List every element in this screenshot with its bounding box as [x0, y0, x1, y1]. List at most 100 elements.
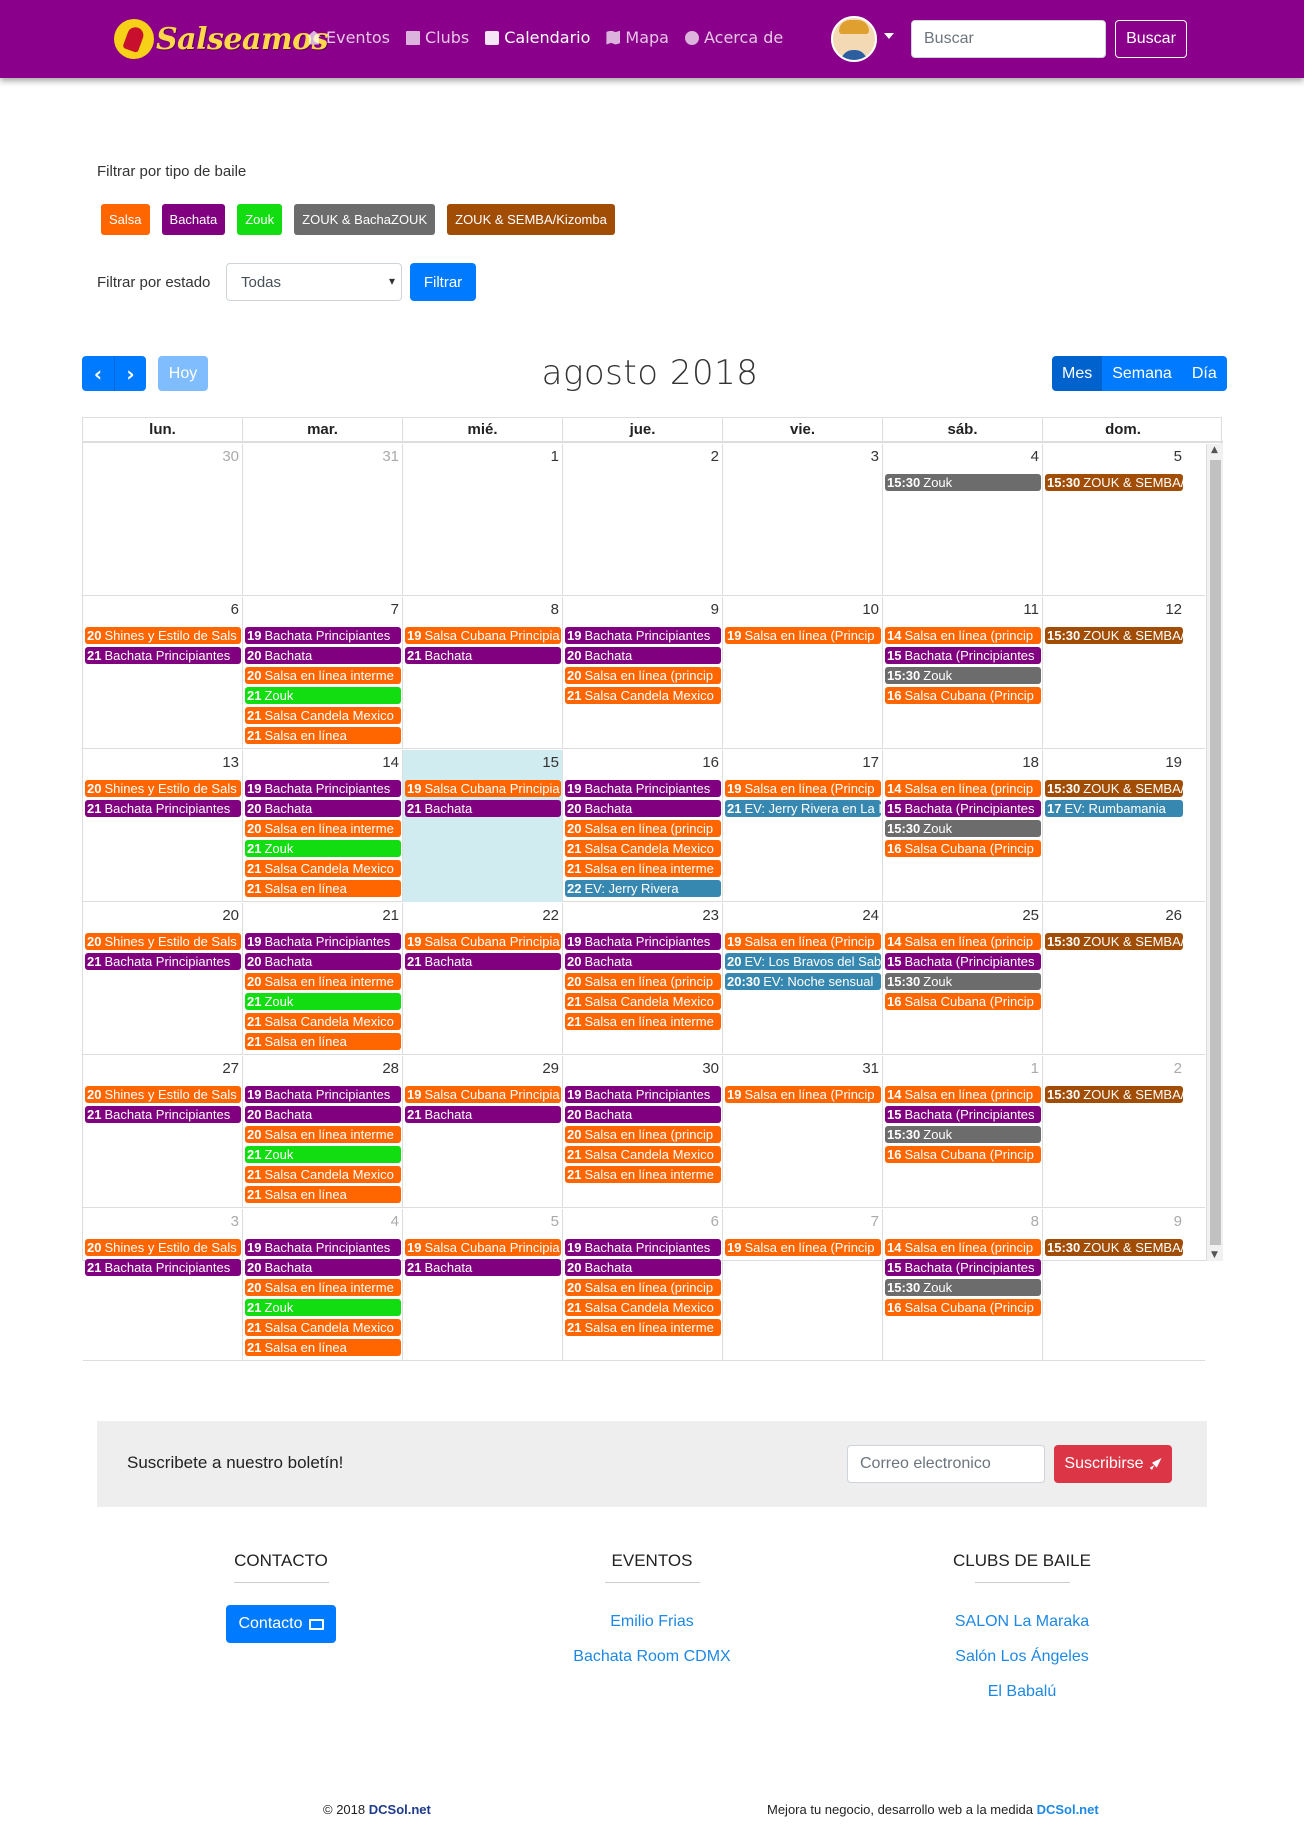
calendar-event[interactable]: 20 Shines y Estilo de Sals: [85, 627, 241, 644]
tag-salsa[interactable]: Salsa: [101, 204, 150, 235]
calendar-event[interactable]: 20 Salsa en línea interme: [245, 667, 401, 684]
calendar-day[interactable]: 19 15:30ZOUK & SEMBA/Ki 17EV: Rumbamania: [1043, 750, 1185, 902]
calendar-event[interactable]: 21 Salsa Candela Mexico: [565, 687, 721, 704]
day-number[interactable]: 31: [862, 1060, 879, 1077]
calendar-event[interactable]: 14 Salsa en línea (princip: [885, 1086, 1041, 1103]
day-number[interactable]: 21: [382, 907, 399, 924]
copyright-brand-link[interactable]: DCSol.net: [369, 1802, 431, 1817]
nav-link-acerca[interactable]: Acerca de: [684, 28, 783, 47]
calendar-day[interactable]: 9 15:30ZOUK & SEMBA/Ki: [1043, 1209, 1185, 1361]
day-number[interactable]: 28: [382, 1060, 399, 1077]
calendar-event[interactable]: 20 Salsa en línea (princip: [565, 973, 721, 990]
newsletter-email-input[interactable]: Correo electronico: [847, 1445, 1045, 1483]
footer-club-link[interactable]: El Babalú: [907, 1683, 1137, 1701]
calendar-event[interactable]: 14 Salsa en línea (princip: [885, 1239, 1041, 1256]
calendar-event[interactable]: 21 Salsa Candela Mexico: [565, 840, 721, 857]
calendar-event[interactable]: 21 EV: Jerry Rivera en La I: [725, 800, 881, 817]
calendar-event[interactable]: 21 Bachata Principiantes: [85, 1106, 241, 1123]
day-number[interactable]: 8: [1031, 1213, 1039, 1230]
calendar-event[interactable]: 20 Bachata: [565, 800, 721, 817]
calendar-event[interactable]: 15:30ZOUK & SEMBA/Ki: [1045, 933, 1183, 950]
calendar-event[interactable]: 20 Shines y Estilo de Sals: [85, 933, 241, 950]
calendar-event[interactable]: 21 Salsa Candela Mexico: [245, 1013, 401, 1030]
day-number[interactable]: 14: [382, 754, 399, 771]
calendar-event[interactable]: 19 Salsa en línea (Princip: [725, 627, 881, 644]
calendar-event[interactable]: 21 Salsa Candela Mexico: [245, 1166, 401, 1183]
calendar-event[interactable]: 20 Bachata: [565, 953, 721, 970]
calendar-day[interactable]: 29 19 Salsa Cubana Principia 21 Bachata: [403, 1056, 563, 1208]
calendar-day[interactable]: 1: [403, 444, 563, 596]
calendar-event[interactable]: 21 Salsa en línea: [245, 727, 401, 744]
calendar-event[interactable]: 17 EV: Rumbamania: [1045, 800, 1183, 817]
calendar-event[interactable]: 20 Shines y Estilo de Sals: [85, 1086, 241, 1103]
calendar-event[interactable]: 20 Salsa en línea interme: [245, 1279, 401, 1296]
day-number[interactable]: 30: [222, 448, 239, 465]
day-number[interactable]: 5: [1174, 448, 1182, 465]
calendar-event[interactable]: 20 Shines y Estilo de Sals: [85, 1239, 241, 1256]
scrollbar-thumb[interactable]: [1210, 460, 1221, 1245]
calendar-day[interactable]: 5 19 Salsa Cubana Principia 21 Bachata: [403, 1209, 563, 1361]
calendar-event[interactable]: 20 Salsa en línea (princip: [565, 1279, 721, 1296]
calendar-day[interactable]: 10 19 Salsa en línea (Princip: [723, 597, 883, 749]
day-number[interactable]: 2: [1174, 1060, 1182, 1077]
day-number[interactable]: 11: [1023, 601, 1039, 618]
calendar-event[interactable]: 20 Bachata: [245, 1259, 401, 1276]
scroll-down-icon[interactable]: ▼: [1211, 1250, 1218, 1260]
day-number[interactable]: 29: [542, 1060, 559, 1077]
day-number[interactable]: 23: [702, 907, 719, 924]
calendar-day[interactable]: 21 19 Bachata Principiantes 20 Bachata 20 Sals…: [243, 903, 403, 1055]
tag-zouk[interactable]: Zouk: [237, 204, 283, 235]
calendar-event[interactable]: 21 Salsa en línea interme: [565, 860, 721, 877]
day-number[interactable]: 1: [551, 448, 559, 465]
day-number[interactable]: 4: [1031, 448, 1039, 465]
calendar-event[interactable]: 19 Bachata Principiantes: [565, 1086, 721, 1103]
calendar-event[interactable]: 16 Salsa Cubana (Princip: [885, 1146, 1041, 1163]
day-number[interactable]: 12: [1165, 601, 1182, 618]
calendar-day[interactable]: 2: [563, 444, 723, 596]
calendar-day[interactable]: 13 20 Shines y Estilo de Sals 21 Bachata Pri…: [83, 750, 243, 902]
calendar-event[interactable]: 20 Salsa en línea interme: [245, 973, 401, 990]
day-number[interactable]: 3: [231, 1213, 239, 1230]
calendar-event[interactable]: 20 Salsa en línea (princip: [565, 667, 721, 684]
calendar-event[interactable]: 21 Salsa Candela Mexico: [565, 993, 721, 1010]
calendar-event[interactable]: 21 Zouk: [245, 1299, 401, 1316]
day-number[interactable]: 30: [702, 1060, 719, 1077]
calendar-event[interactable]: 15:30ZOUK & SEMBA/Ki: [1045, 1239, 1183, 1256]
footer-event-link[interactable]: Bachata Room CDMX: [537, 1648, 767, 1666]
day-number[interactable]: 1: [1031, 1060, 1039, 1077]
calendar-day[interactable]: 28 19 Bachata Principiantes 20 Bachata 20 Sals…: [243, 1056, 403, 1208]
day-number[interactable]: 24: [862, 907, 879, 924]
calendar-event[interactable]: 15 Bachata (Principiantes: [885, 647, 1041, 664]
calendar-event[interactable]: 15:30 Zouk: [885, 973, 1041, 990]
day-number[interactable]: 9: [711, 601, 719, 618]
calendar-day[interactable]: 17 19 Salsa en línea (Princip 21 EV: Jerry R…: [723, 750, 883, 902]
calendar-event[interactable]: 21 Bachata Principiantes: [85, 953, 241, 970]
calendar-event[interactable]: 16 Salsa Cubana (Princip: [885, 1299, 1041, 1316]
day-number[interactable]: 15: [542, 754, 559, 771]
day-number[interactable]: 19: [1165, 754, 1182, 771]
calendar-day[interactable]: 31 19 Salsa en línea (Princip: [723, 1056, 883, 1208]
day-number[interactable]: 3: [871, 448, 879, 465]
calendar-day[interactable]: 3: [723, 444, 883, 596]
calendar-event[interactable]: 14 Salsa en línea (princip: [885, 933, 1041, 950]
footer-club-link[interactable]: Salón Los Ángeles: [907, 1648, 1137, 1666]
calendar-event[interactable]: 19 Salsa en línea (Princip: [725, 780, 881, 797]
calendar-event[interactable]: 20 Bachata: [245, 1106, 401, 1123]
calendar-event[interactable]: 21 Zouk: [245, 993, 401, 1010]
calendar-day[interactable]: 30 19 Bachata Principiantes 20 Bachata 20 Sals…: [563, 1056, 723, 1208]
calendar-event[interactable]: 19 Bachata Principiantes: [245, 1239, 401, 1256]
tag-bachata[interactable]: Bachata: [161, 204, 226, 235]
calendar-day[interactable]: 22 19 Salsa Cubana Principia 21 Bachata: [403, 903, 563, 1055]
calendar-event[interactable]: 15 Bachata (Principiantes: [885, 953, 1041, 970]
tag-zouk-bachazouk[interactable]: ZOUK & BachaZOUK: [294, 204, 436, 235]
calendar-event[interactable]: 20 Bachata: [565, 1106, 721, 1123]
filter-button[interactable]: Filtrar: [410, 263, 476, 301]
nav-link-eventos[interactable]: Eventos: [307, 28, 390, 47]
day-number[interactable]: 16: [702, 754, 719, 771]
calendar-day[interactable]: 18 14 Salsa en línea (princip 15 Bachata (Pr…: [883, 750, 1043, 902]
day-number[interactable]: 6: [231, 601, 239, 618]
tagline-brand-link[interactable]: DCSol.net: [1037, 1802, 1099, 1817]
calendar-scrollbar[interactable]: ▲ ▼: [1206, 444, 1223, 1261]
calendar-event[interactable]: 19 Salsa Cubana Principia: [405, 1239, 561, 1256]
calendar-event[interactable]: 21 Salsa en línea interme: [565, 1166, 721, 1183]
